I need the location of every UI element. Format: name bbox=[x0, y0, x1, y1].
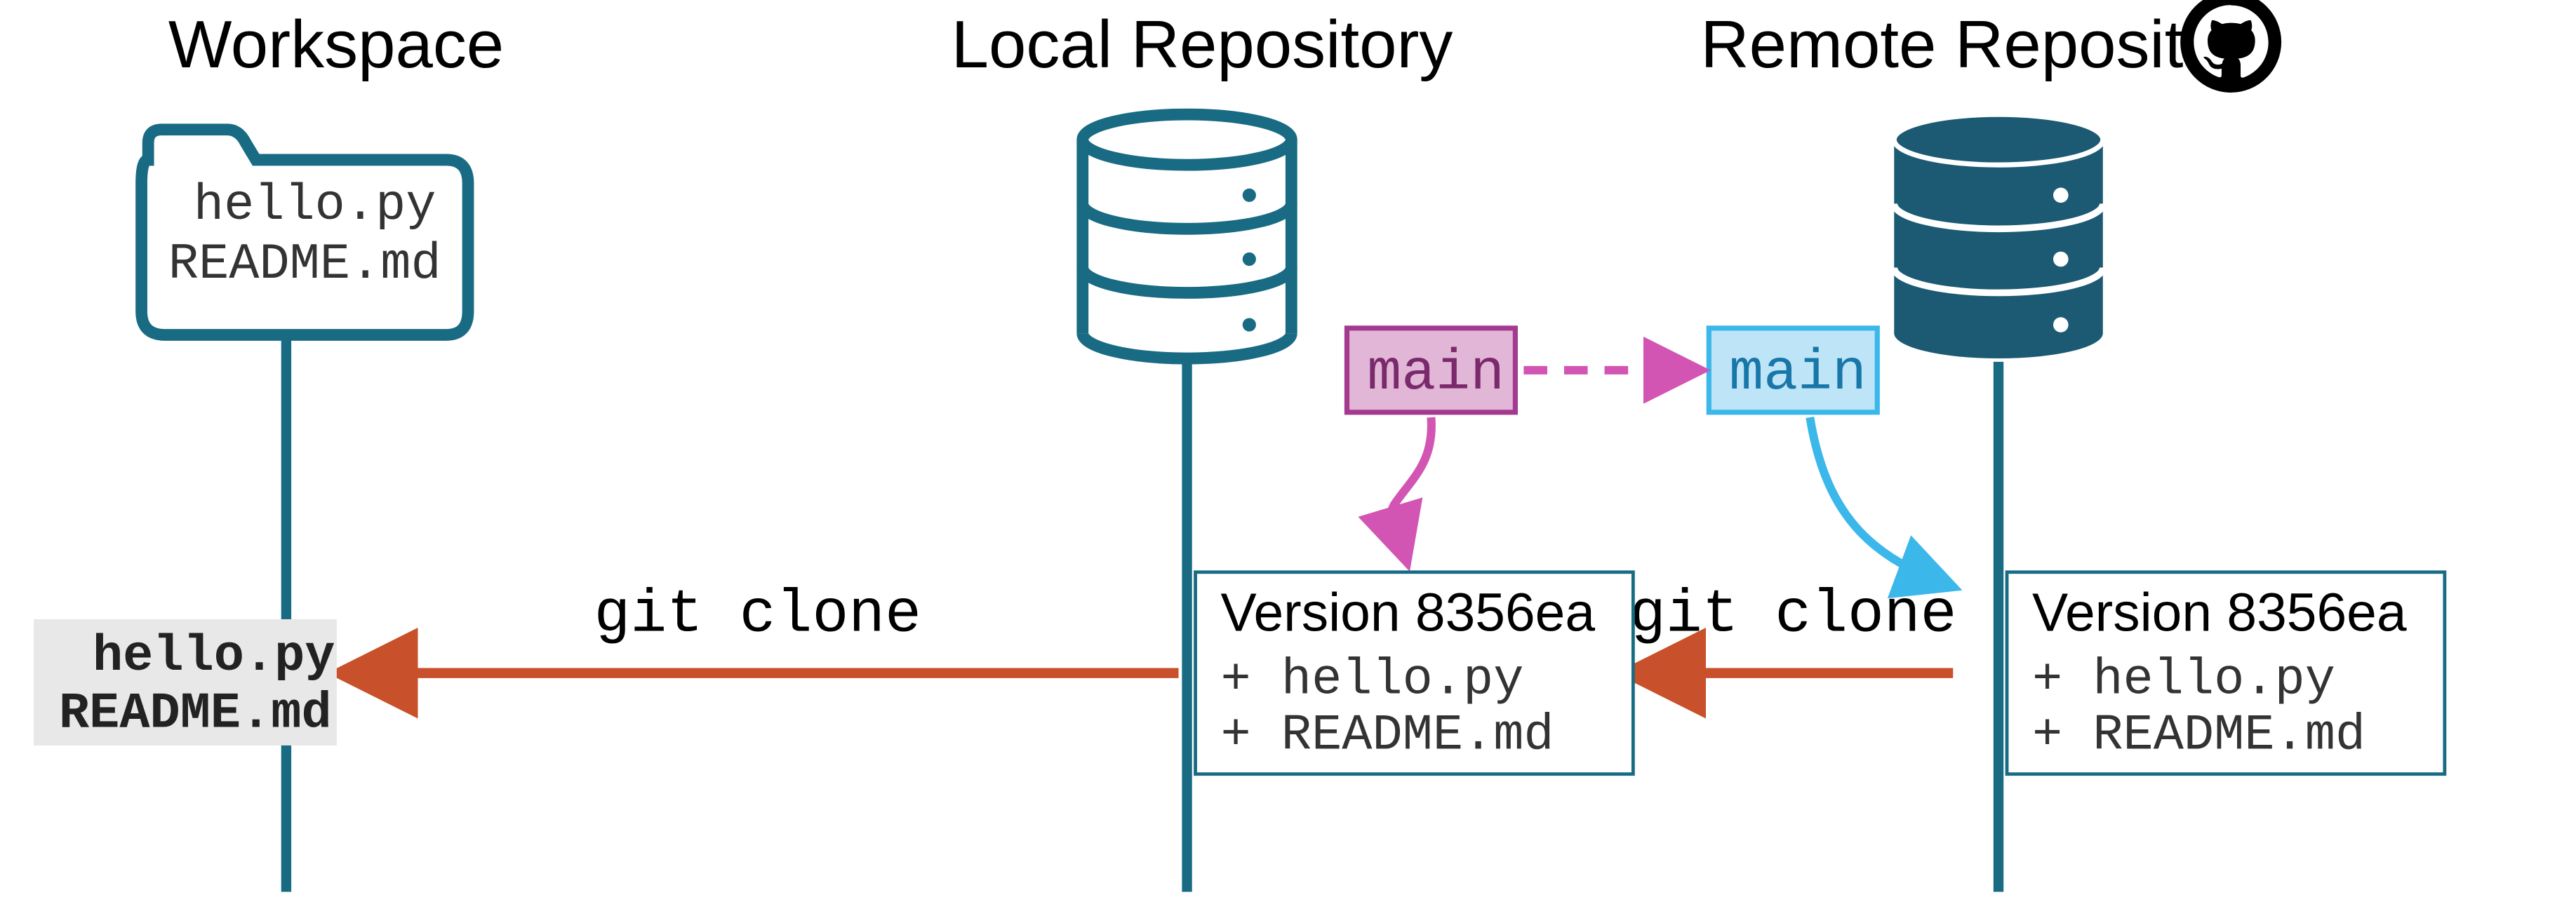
workspace-file-1: hello.py bbox=[194, 177, 436, 234]
workspace-result-box: hello.py README.md bbox=[34, 619, 337, 746]
remote-commit-line-1: + hello.py bbox=[2032, 652, 2335, 709]
remote-commit-title: Version 8356ea bbox=[2032, 584, 2407, 643]
local-commit-line-2: + README.md bbox=[1221, 707, 1554, 764]
remote-commit-line-2: + README.md bbox=[2032, 707, 2365, 764]
workspace-result-file-2: README.md bbox=[59, 685, 332, 743]
workspace-file-2: README.md bbox=[168, 236, 441, 293]
remote-branch-label: main bbox=[1729, 342, 1867, 406]
remote-repo-db-icon bbox=[1894, 114, 2103, 358]
local-branch-label: main bbox=[1367, 342, 1504, 406]
git-clone-diagram: Workspace Local Repository Remote Reposi… bbox=[0, 0, 2576, 897]
clone-command-1: git clone bbox=[594, 581, 921, 649]
local-branch-tag: main bbox=[1347, 328, 1515, 412]
remote-branch-tag: main bbox=[1709, 328, 1877, 412]
clone-command-2: git clone bbox=[1629, 581, 1956, 649]
local-repo-title: Local Repository bbox=[952, 7, 1453, 82]
local-commit-box: Version 8356ea + hello.py + README.md bbox=[1196, 572, 1634, 774]
remote-commit-box: Version 8356ea + hello.py + README.md bbox=[2007, 572, 2445, 774]
local-commit-line-1: + hello.py bbox=[1221, 652, 1524, 709]
workspace-title: Workspace bbox=[168, 7, 504, 82]
workspace-result-file-1: hello.py bbox=[93, 628, 335, 685]
local-repo-db-icon bbox=[1083, 114, 1292, 358]
remote-main-points-to-commit-arrow bbox=[1810, 417, 1949, 586]
local-main-points-to-commit-arrow bbox=[1389, 417, 1432, 559]
local-commit-title: Version 8356ea bbox=[1221, 584, 1596, 643]
